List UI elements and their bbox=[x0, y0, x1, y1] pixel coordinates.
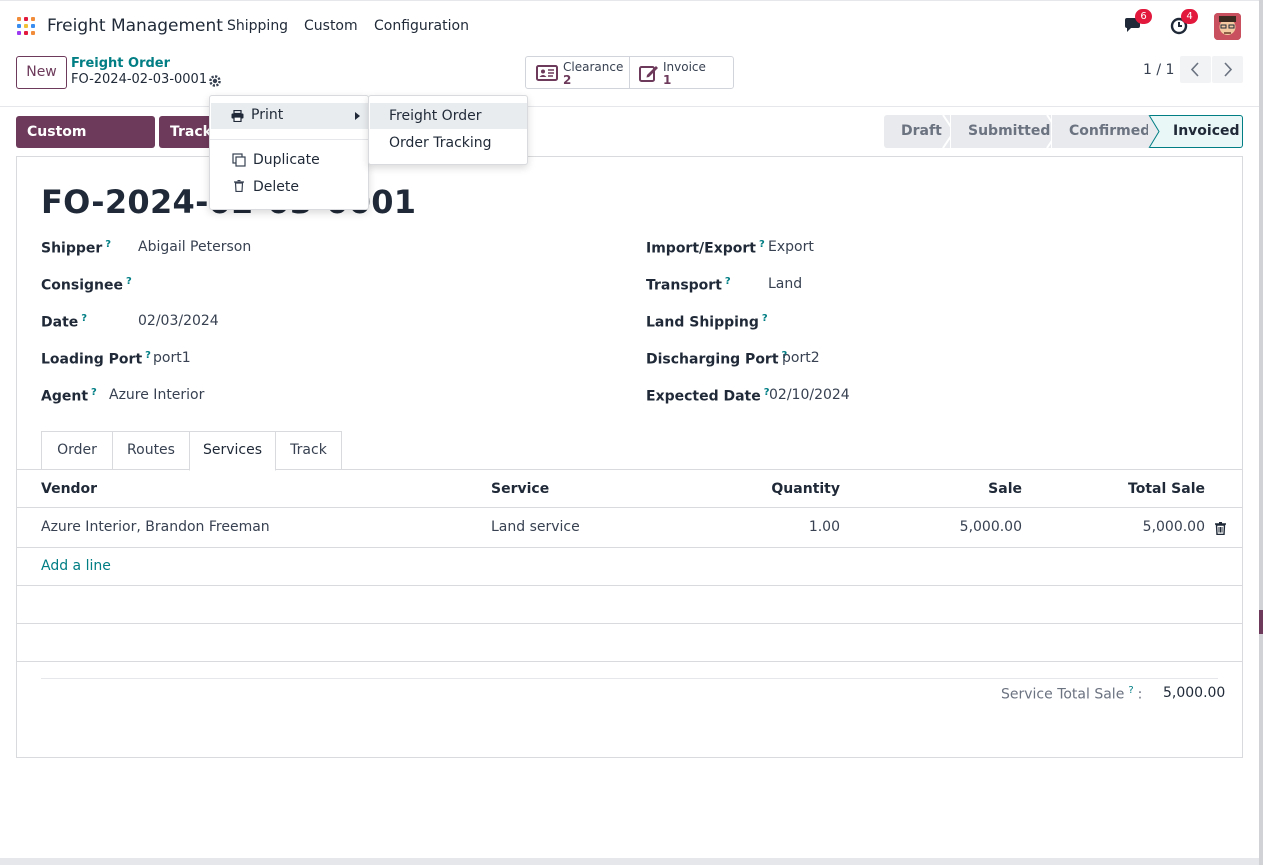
menu-divider bbox=[210, 139, 368, 140]
trash-icon bbox=[234, 180, 244, 192]
app-title[interactable]: Freight Management bbox=[47, 16, 223, 36]
background-window-strip bbox=[0, 858, 1259, 865]
caret-right-icon bbox=[355, 112, 360, 120]
top-navbar: Freight Management Shipping Custom Confi… bbox=[0, 0, 1259, 50]
breadcrumb-parent[interactable]: Freight Order bbox=[71, 56, 170, 71]
field-label-expected-date: Expected Date? bbox=[646, 387, 770, 405]
activities-badge: 4 bbox=[1181, 9, 1198, 24]
field-value-transport[interactable]: Land bbox=[768, 276, 802, 292]
field-label-loading-port: Loading Port? bbox=[41, 350, 151, 368]
copy-icon bbox=[232, 153, 246, 167]
menu-shipping[interactable]: Shipping bbox=[227, 18, 288, 34]
field-value-import-export[interactable]: Export bbox=[768, 239, 814, 255]
field-label-transport: Transport? bbox=[646, 276, 731, 294]
invoice-label: Invoice bbox=[663, 60, 706, 74]
col-service[interactable]: Service bbox=[491, 481, 549, 497]
activities-button[interactable]: 4 bbox=[1169, 9, 1198, 39]
tab-track[interactable]: Track bbox=[275, 431, 342, 470]
messages-badge: 6 bbox=[1135, 9, 1152, 24]
col-quantity[interactable]: Quantity bbox=[740, 481, 840, 497]
chevron-left-icon bbox=[1190, 62, 1199, 77]
field-label-import-export: Import/Export? bbox=[646, 239, 765, 257]
tab-services[interactable]: Services bbox=[189, 431, 276, 471]
stage-draft[interactable]: Draft bbox=[884, 115, 950, 148]
stage-submitted[interactable]: Submitted bbox=[951, 115, 1051, 148]
stage-invoiced[interactable]: Invoiced bbox=[1150, 115, 1243, 148]
form-statusbar: Custom Clearance Tracki Draft Submitted … bbox=[0, 107, 1259, 172]
cell-vendor: Azure Interior, Brandon Freeman bbox=[41, 519, 270, 535]
field-value-agent[interactable]: Azure Interior bbox=[109, 387, 204, 403]
print-freight-order[interactable]: Freight Order bbox=[370, 103, 527, 129]
add-line-link[interactable]: Add a line bbox=[41, 558, 111, 574]
tab-order[interactable]: Order bbox=[41, 431, 113, 470]
chevron-right-icon bbox=[1224, 62, 1233, 77]
field-value-expected-date[interactable]: 02/10/2024 bbox=[769, 387, 850, 403]
menu-custom[interactable]: Custom bbox=[304, 18, 358, 34]
service-total-label: Service Total Sale?: bbox=[1001, 685, 1143, 703]
new-button[interactable]: New bbox=[16, 56, 67, 89]
gear-icon[interactable] bbox=[208, 74, 222, 88]
row-divider bbox=[17, 585, 1242, 586]
print-menu-item[interactable]: Print bbox=[211, 103, 368, 129]
invoice-smart-button[interactable]: Invoice 1 bbox=[629, 56, 734, 89]
messages-button[interactable]: 6 bbox=[1123, 9, 1152, 39]
edit-icon bbox=[639, 66, 658, 82]
service-total-value: 5,000.00 bbox=[1163, 685, 1226, 701]
menu-configuration[interactable]: Configuration bbox=[374, 18, 469, 34]
delete-menu-item[interactable]: Delete bbox=[211, 174, 368, 200]
print-submenu: Freight Order Order Tracking bbox=[368, 95, 528, 165]
field-label-discharging-port: Discharging Port? bbox=[646, 350, 788, 368]
row-divider bbox=[17, 547, 1242, 548]
control-panel: New Freight Order FO-2024-02-03-0001 Cle… bbox=[0, 50, 1259, 107]
gear-dropdown: Print Duplicate Delete bbox=[209, 95, 369, 210]
clearance-count: 2 bbox=[563, 73, 572, 87]
col-vendor[interactable]: Vendor bbox=[41, 481, 97, 497]
col-sale[interactable]: Sale bbox=[922, 481, 1022, 497]
pager-value[interactable]: 1 / 1 bbox=[1143, 62, 1174, 78]
form-sheet: FO-2024-02-03-0001 Shipper? Abigail Pete… bbox=[16, 156, 1243, 758]
invoice-count: 1 bbox=[663, 73, 672, 87]
field-value-loading-port[interactable]: port1 bbox=[153, 350, 191, 366]
field-label-date: Date? bbox=[41, 313, 88, 331]
duplicate-label: Duplicate bbox=[253, 152, 320, 168]
table-header-divider bbox=[17, 507, 1242, 508]
print-order-tracking[interactable]: Order Tracking bbox=[370, 130, 527, 156]
apps-menu-icon[interactable] bbox=[17, 17, 35, 35]
cell-quantity: 1.00 bbox=[808, 519, 840, 535]
col-total-sale[interactable]: Total Sale bbox=[1075, 481, 1205, 497]
field-value-discharging-port[interactable]: port2 bbox=[782, 350, 820, 366]
tab-routes[interactable]: Routes bbox=[112, 431, 190, 470]
row-divider bbox=[17, 623, 1242, 624]
field-label-land-shipping: Land Shipping? bbox=[646, 313, 768, 331]
field-label-consignee: Consignee? bbox=[41, 276, 132, 294]
field-value-date[interactable]: 02/03/2024 bbox=[138, 313, 219, 329]
total-divider bbox=[41, 678, 1218, 679]
field-label-shipper: Shipper? bbox=[41, 239, 112, 257]
pager-next[interactable] bbox=[1212, 56, 1243, 83]
field-value-shipper[interactable]: Abigail Peterson bbox=[138, 239, 251, 255]
id-card-icon bbox=[536, 65, 558, 81]
cell-service: Land service bbox=[491, 519, 580, 535]
clearance-label: Clearance bbox=[563, 60, 624, 74]
delete-label: Delete bbox=[253, 179, 299, 195]
printer-icon bbox=[231, 110, 244, 122]
window-edge bbox=[1259, 0, 1263, 865]
trash-icon[interactable] bbox=[1215, 522, 1226, 535]
duplicate-menu-item[interactable]: Duplicate bbox=[211, 147, 368, 173]
user-avatar[interactable] bbox=[1214, 13, 1241, 40]
clearance-smart-button[interactable]: Clearance 2 bbox=[525, 56, 630, 89]
window-edge-accent bbox=[1259, 610, 1263, 634]
pager-previous[interactable] bbox=[1180, 56, 1211, 83]
field-label-agent: Agent? bbox=[41, 387, 97, 405]
print-label: Print bbox=[251, 107, 284, 123]
custom-clearance-button[interactable]: Custom Clearance bbox=[16, 116, 155, 172]
status-pipeline: Draft Submitted Confirmed Invoiced bbox=[884, 115, 1243, 148]
row-divider bbox=[17, 661, 1242, 662]
stage-confirmed[interactable]: Confirmed bbox=[1052, 115, 1150, 148]
breadcrumb-record: FO-2024-02-03-0001 bbox=[71, 72, 208, 87]
cell-sale: 5,000.00 bbox=[959, 519, 1022, 535]
cell-total-sale: 5,000.00 bbox=[1142, 519, 1205, 535]
